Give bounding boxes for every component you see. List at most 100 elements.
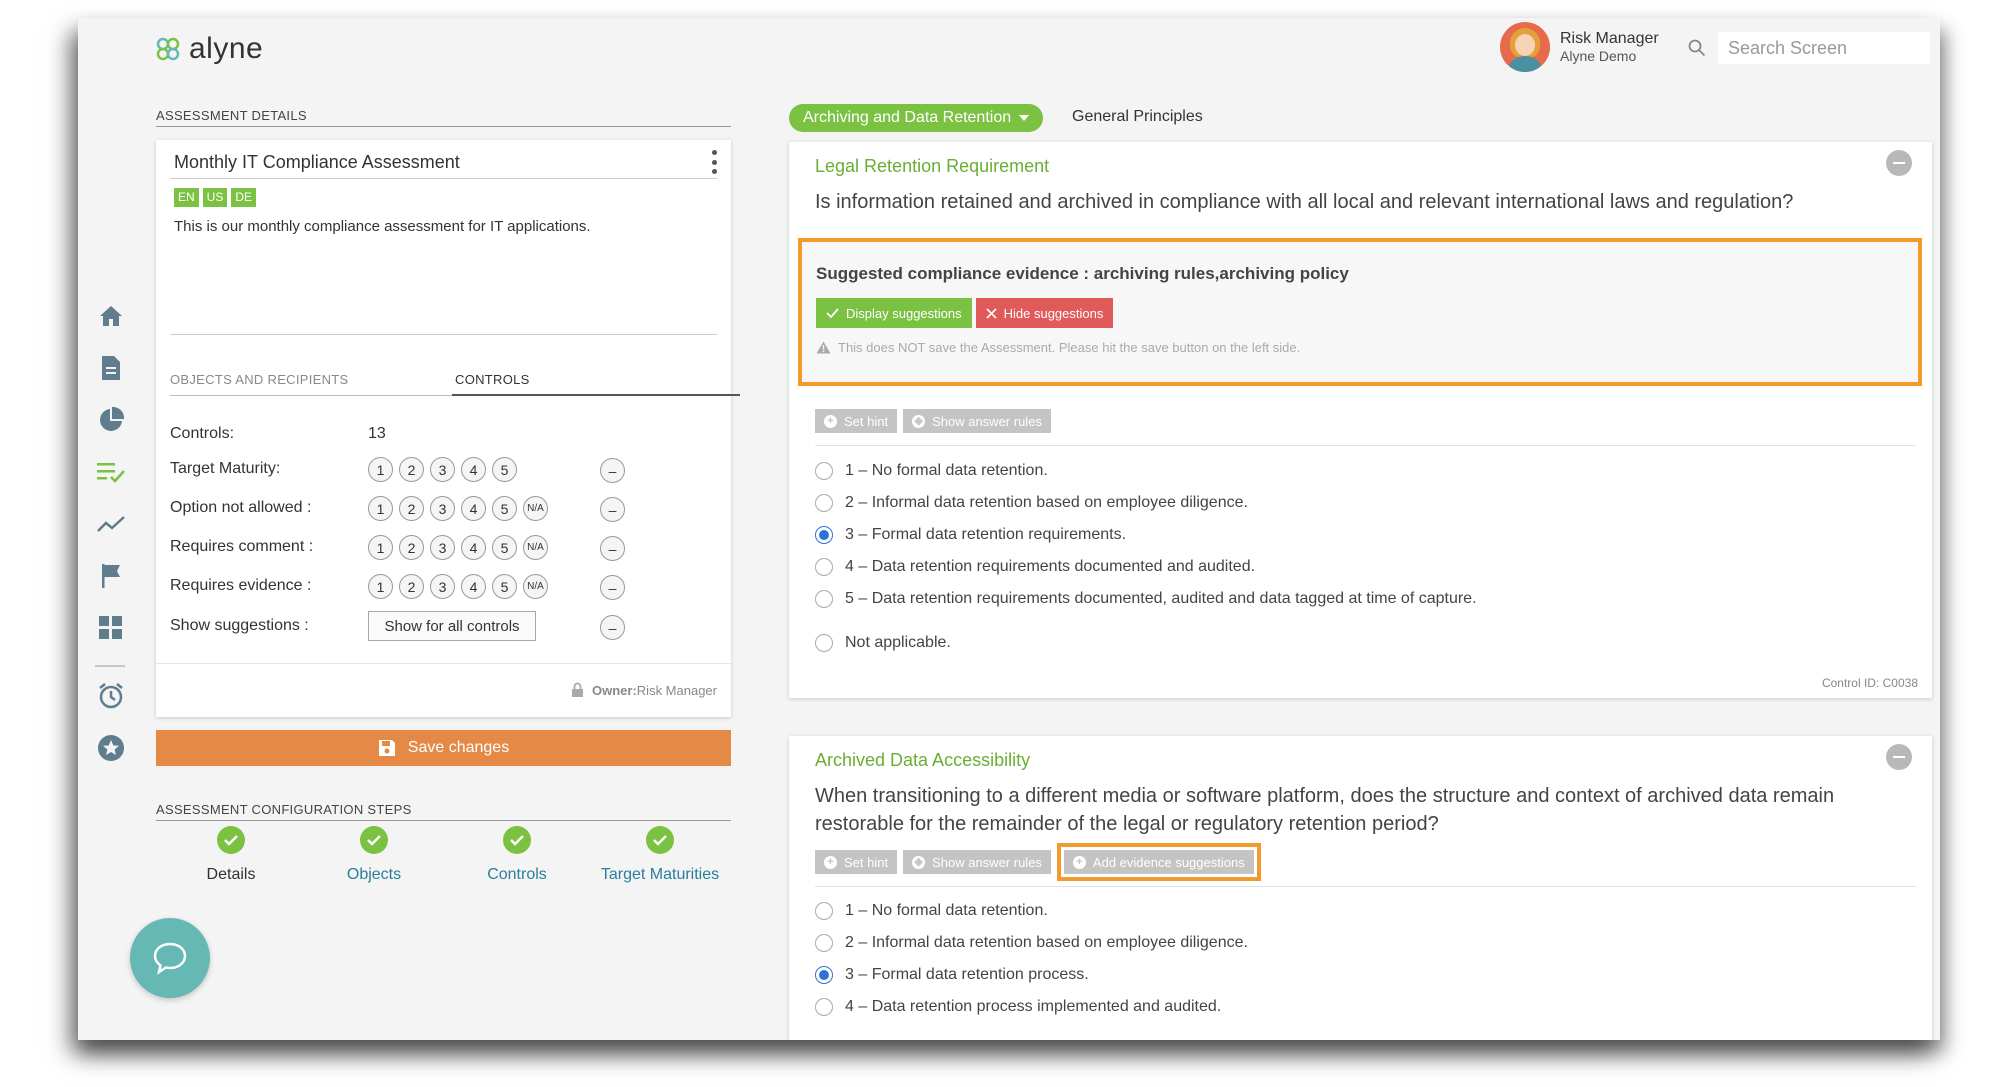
step-objects[interactable]: Objects (299, 826, 449, 884)
save-changes-label: Save changes (407, 739, 510, 756)
pie-chart-icon[interactable] (95, 404, 127, 436)
show-answer-rules-button[interactable]: ◈ Show answer rules (903, 409, 1051, 433)
answer-option-2[interactable]: 2 – Informal data retention based on emp… (815, 494, 1248, 512)
star-icon[interactable] (95, 732, 127, 764)
level-2[interactable]: 2 (399, 574, 424, 599)
actions-divider (815, 886, 1916, 887)
search-icon[interactable] (1688, 39, 1706, 57)
answer-option-2[interactable]: 2 – Informal data retention based on emp… (815, 934, 1248, 952)
suggested-evidence-box: Suggested compliance evidence : archivin… (798, 238, 1922, 386)
step-target-maturities[interactable]: Target Maturities (585, 826, 735, 884)
answer-option-3[interactable]: 3 – Formal data retention process. (815, 966, 1089, 984)
level-2[interactable]: 2 (399, 535, 424, 560)
option-label: 3 – Formal data retention process. (845, 966, 1089, 983)
trend-icon[interactable] (95, 508, 127, 540)
config-steps-label: ASSESSMENT CONFIGURATION STEPS (156, 802, 412, 817)
radio-button-selected[interactable] (815, 966, 833, 984)
alarm-clock-icon[interactable] (95, 680, 127, 712)
level-3[interactable]: 3 (430, 457, 455, 482)
more-options-icon[interactable] (711, 150, 717, 174)
step-controls[interactable]: Controls (442, 826, 592, 884)
answer-option-1[interactable]: 1 – No formal data retention. (815, 902, 1048, 920)
answer-option-1[interactable]: 1 – No formal data retention. (815, 462, 1048, 480)
radio-button[interactable] (815, 934, 833, 952)
hide-suggestions-button[interactable]: Hide suggestions (975, 298, 1114, 328)
answer-option-3[interactable]: 3 – Formal data retention requirements. (815, 526, 1126, 544)
level-1[interactable]: 1 (368, 535, 393, 560)
level-3[interactable]: 3 (430, 496, 455, 521)
radio-button[interactable] (815, 590, 833, 608)
radio-button[interactable] (815, 634, 833, 652)
home-icon[interactable] (95, 300, 127, 332)
clear-target-maturity-button[interactable]: – (600, 458, 625, 483)
collapse-icon[interactable] (1886, 744, 1912, 770)
radio-button[interactable] (815, 462, 833, 480)
level-4[interactable]: 4 (461, 574, 486, 599)
step-label: Controls (487, 866, 547, 883)
display-suggestions-button[interactable]: Display suggestions (816, 298, 972, 328)
level-4[interactable]: 4 (461, 457, 486, 482)
answer-option-4[interactable]: 4 – Data retention process implemented a… (815, 998, 1221, 1016)
radio-button[interactable] (815, 902, 833, 920)
level-5[interactable]: 5 (492, 535, 517, 560)
level-5[interactable]: 5 (492, 457, 517, 482)
requires-comment-label: Requires comment : (170, 538, 314, 555)
document-icon[interactable] (95, 352, 127, 384)
level-na[interactable]: N/A (523, 574, 548, 599)
answer-option-5[interactable]: 5 – Data retention requirements document… (815, 590, 1477, 608)
collapse-icon[interactable] (1886, 150, 1912, 176)
level-2[interactable]: 2 (399, 496, 424, 521)
user-menu[interactable]: Risk Manager Alyne Demo (1500, 22, 1659, 72)
language-badge-de: DE (231, 188, 257, 207)
clear-option-not-allowed-button[interactable]: – (600, 497, 625, 522)
radio-button[interactable] (815, 558, 833, 576)
option-label: 5 – Data retention requirements document… (845, 590, 1477, 607)
flag-icon[interactable] (95, 560, 127, 592)
level-1[interactable]: 1 (368, 574, 393, 599)
level-4[interactable]: 4 (461, 496, 486, 521)
clear-show-suggestions-button[interactable]: – (600, 615, 625, 640)
controls-count: 13 (368, 425, 386, 442)
set-hint-button[interactable]: + Set hint (815, 850, 898, 874)
control-actions: + Set hint ◈ Show answer rules (815, 409, 1051, 433)
level-3[interactable]: 3 (430, 574, 455, 599)
add-evidence-suggestions-button[interactable]: + Add evidence suggestions (1063, 850, 1254, 874)
answer-option-not-applicable[interactable]: Not applicable. (815, 634, 951, 652)
clear-requires-comment-button[interactable]: – (600, 536, 625, 561)
show-answer-rules-button[interactable]: ◈ Show answer rules (903, 850, 1051, 874)
topic-general-principles[interactable]: General Principles (1072, 108, 1203, 126)
level-na[interactable]: N/A (523, 496, 548, 521)
control-title: Archived Data Accessibility (815, 750, 1031, 770)
level-4[interactable]: 4 (461, 535, 486, 560)
tab-controls[interactable]: CONTROLS (455, 372, 530, 387)
tab-objects-and-recipients[interactable]: OBJECTS AND RECIPIENTS (170, 372, 349, 387)
search-input[interactable] (1718, 32, 1930, 64)
set-hint-button[interactable]: + Set hint (815, 409, 898, 433)
level-1[interactable]: 1 (368, 457, 393, 482)
save-changes-button[interactable]: Save changes (156, 730, 731, 766)
brand-logo[interactable]: alyne (153, 32, 263, 66)
topic-dropdown[interactable]: Archiving and Data Retention (789, 104, 1044, 132)
checklist-icon[interactable] (95, 456, 127, 488)
level-5[interactable]: 5 (492, 496, 517, 521)
option-label: 4 – Data retention process implemented a… (845, 998, 1222, 1015)
level-3[interactable]: 3 (430, 535, 455, 560)
show-for-all-controls-button[interactable]: Show for all controls (368, 611, 536, 641)
description-divider (170, 334, 717, 335)
option-label: 2 – Informal data retention based on emp… (845, 494, 1248, 511)
avatar (1500, 22, 1550, 72)
level-na[interactable]: N/A (523, 535, 548, 560)
level-5[interactable]: 5 (492, 574, 517, 599)
control-question: Is information retained and archived in … (815, 191, 1794, 213)
assessment-title: Monthly IT Compliance Assessment (174, 152, 460, 172)
radio-button[interactable] (815, 494, 833, 512)
answer-option-4[interactable]: 4 – Data retention requirements document… (815, 558, 1255, 576)
clear-requires-evidence-button[interactable]: – (600, 575, 625, 600)
level-1[interactable]: 1 (368, 496, 393, 521)
level-2[interactable]: 2 (399, 457, 424, 482)
radio-button[interactable] (815, 998, 833, 1016)
chat-button[interactable] (130, 918, 210, 998)
radio-button-selected[interactable] (815, 526, 833, 544)
step-details[interactable]: Details (156, 826, 306, 884)
dashboard-icon[interactable] (95, 612, 127, 644)
